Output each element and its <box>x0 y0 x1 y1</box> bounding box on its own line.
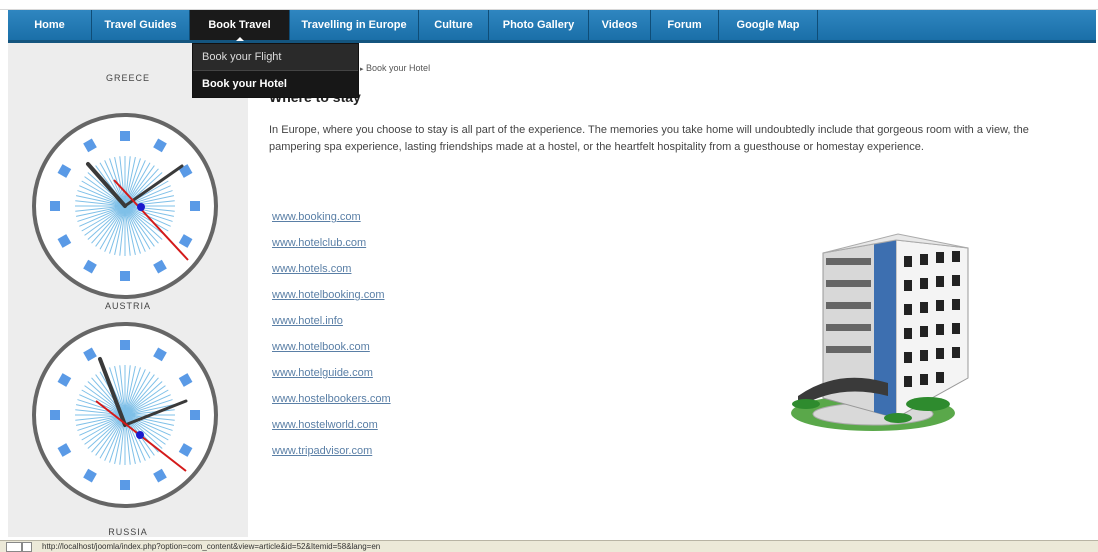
link-hotelclub[interactable]: www.hotelclub.com <box>272 237 391 263</box>
nav-home[interactable]: Home <box>8 10 92 40</box>
clock-hour-marker <box>190 201 200 211</box>
clock-hour-marker <box>120 340 130 350</box>
breadcrumb-separator-icon: ▸ <box>360 66 364 73</box>
clock-greece <box>32 113 218 299</box>
nav-videos[interactable]: Videos <box>589 10 651 40</box>
clock-austria <box>32 322 218 508</box>
breadcrumb: ▸ Book your Hotel <box>360 63 430 73</box>
nav-photo-gallery[interactable]: Photo Gallery <box>489 10 589 40</box>
nav-book-travel[interactable]: Book Travel <box>190 10 290 41</box>
browser-top-edge <box>0 0 1098 10</box>
link-hotels[interactable]: www.hotels.com <box>272 263 391 289</box>
status-url: http://localhost/joomla/index.php?option… <box>42 542 381 551</box>
nav-google-map[interactable]: Google Map <box>719 10 818 40</box>
book-travel-dropdown: Book your Flight Book your Hotel <box>192 43 359 98</box>
browser-status-bar: http://localhost/joomla/index.php?option… <box>0 540 1098 552</box>
dropdown-item-book-flight[interactable]: Book your Flight <box>193 44 358 71</box>
clock-hour-marker <box>120 131 130 141</box>
link-hotel-info[interactable]: www.hotel.info <box>272 315 391 341</box>
link-hostelworld[interactable]: www.hostelworld.com <box>272 419 391 445</box>
hotel-building-icon <box>791 233 969 431</box>
breadcrumb-current: Book your Hotel <box>366 63 431 73</box>
main-nav: Home Travel Guides Book Travel Travellin… <box>8 10 1096 43</box>
nav-culture[interactable]: Culture <box>419 10 489 40</box>
intro-paragraph: In Europe, where you choose to stay is a… <box>269 124 1029 153</box>
link-tripadvisor[interactable]: www.tripadvisor.com <box>272 445 391 471</box>
dropdown-item-book-hotel[interactable]: Book your Hotel <box>193 71 358 97</box>
nav-travel-guides[interactable]: Travel Guides <box>92 10 190 40</box>
link-booking[interactable]: www.booking.com <box>272 211 391 237</box>
clock-hour-marker <box>120 271 130 281</box>
clock-hour-marker <box>120 480 130 490</box>
link-hostelbookers[interactable]: www.hostelbookers.com <box>272 393 391 419</box>
clock-hour-marker <box>50 201 60 211</box>
link-hotelguide[interactable]: www.hotelguide.com <box>272 367 391 393</box>
clock-hour-marker <box>50 410 60 420</box>
link-hotelbooking[interactable]: www.hotelbooking.com <box>272 289 391 315</box>
nav-travelling-in-europe[interactable]: Travelling in Europe <box>290 10 419 40</box>
nav-forum[interactable]: Forum <box>651 10 719 40</box>
hotel-links: www.booking.com www.hotelclub.com www.ho… <box>272 211 391 471</box>
link-hotelbook[interactable]: www.hotelbook.com <box>272 341 391 367</box>
clock-label-russia: RUSSIA <box>108 527 148 537</box>
clock-hour-marker <box>190 410 200 420</box>
clock-label-austria: AUSTRIA <box>104 301 151 311</box>
